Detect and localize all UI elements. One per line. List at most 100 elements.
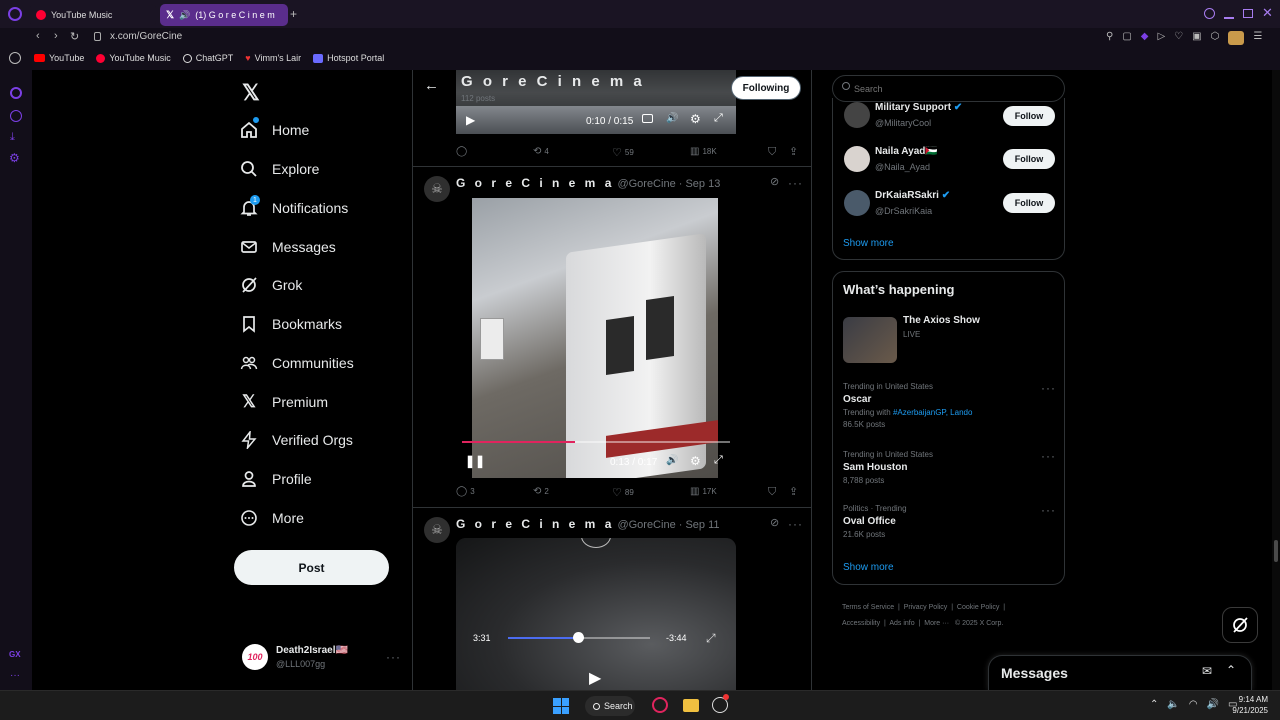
nav-home[interactable]: Home [240, 114, 309, 146]
trend-more-icon[interactable]: ··· [1041, 447, 1056, 465]
bookmark-youtube[interactable]: YouTube [34, 53, 84, 63]
share-button[interactable]: ⇪ [789, 145, 798, 158]
post-button[interactable]: Post [234, 550, 389, 585]
grok-floating-button[interactable] [1222, 607, 1258, 643]
file-explorer-icon[interactable] [683, 699, 699, 712]
fullscreen-icon[interactable]: ⤢ [706, 631, 716, 646]
avatar[interactable] [844, 190, 870, 216]
trend-item[interactable]: Trending in United States Oscar Trending… [843, 379, 1058, 434]
repost-button[interactable]: ⟲ 4 [533, 146, 549, 157]
history-icon[interactable] [10, 110, 22, 122]
account-more-icon[interactable]: ··· [386, 648, 401, 666]
heart-icon[interactable]: ♡ [1174, 31, 1183, 45]
trend-item[interactable]: Trending in United States Sam Houston 8,… [843, 447, 1058, 490]
player-icon[interactable]: ▷ [1157, 31, 1165, 45]
repost-button[interactable]: ⟲ 2 [533, 486, 549, 497]
footer-ads-link[interactable]: Ads info [889, 620, 914, 627]
bookmark-chatgpt[interactable]: ChatGPT [182, 53, 233, 63]
post-more-icon[interactable]: ··· [788, 174, 803, 192]
follow-button[interactable]: Follow [1003, 149, 1055, 169]
video-progress-track[interactable] [508, 632, 650, 643]
nav-communities[interactable]: Communities [240, 347, 354, 379]
nav-more[interactable]: More [240, 502, 304, 534]
avatar[interactable]: ☠ [424, 517, 450, 543]
volume-icon[interactable]: 🔊 [666, 113, 678, 124]
bookmark-button[interactable]: ⛉ [768, 486, 776, 499]
post-author-handle[interactable]: @GoreCine [617, 519, 675, 531]
chatgpt-taskbar-icon[interactable] [712, 694, 729, 713]
nav-premium[interactable]: 𝕏 Premium [240, 386, 328, 418]
settings-gear-icon[interactable]: ⚙ [9, 151, 20, 165]
trend-with-links[interactable]: #AzerbaijanGP, Lando [893, 408, 972, 417]
nav-notifications[interactable]: 1 Notifications [240, 192, 348, 224]
close-window-icon[interactable]: ✕ [1262, 5, 1273, 21]
settings-gear-icon[interactable]: ⚙ [690, 454, 701, 468]
trend-more-icon[interactable]: ··· [1041, 379, 1056, 397]
grok-explain-icon[interactable]: ⊘ [770, 516, 779, 529]
user-name[interactable]: Naila Ayad🇵🇸 [875, 146, 938, 157]
speaker-icon[interactable]: 🔈 [1167, 699, 1179, 710]
chatgpt-sidebar-icon[interactable] [9, 52, 21, 64]
messages-drawer[interactable]: Messages ✉ ⌃ [988, 655, 1252, 690]
trend-more-icon[interactable]: ··· [1041, 501, 1056, 519]
reply-button[interactable]: ◯ 3 [456, 486, 475, 497]
post-date[interactable]: · Sep 13 [679, 178, 721, 190]
views-button[interactable]: ▥ 17K [690, 486, 717, 497]
footer-cookie-link[interactable]: Cookie Policy [957, 604, 999, 611]
opera-logo-icon[interactable] [8, 7, 22, 21]
post-more-icon[interactable]: ··· [788, 515, 803, 533]
x-logo-icon[interactable]: 𝕏 [242, 80, 260, 106]
live-event-title[interactable]: The Axios Show [903, 315, 980, 326]
reload-icon[interactable]: ↻ [70, 30, 79, 43]
scrollbar-thumb[interactable] [1274, 540, 1278, 562]
wifi-icon[interactable]: ◠ [1189, 699, 1198, 710]
back-icon[interactable]: ‹ [36, 30, 40, 42]
avatar[interactable]: ☠ [424, 176, 450, 202]
post-author-name[interactable]: G o r e C i n e m a [456, 517, 614, 531]
follow-button[interactable]: Follow [1003, 106, 1055, 126]
settings-gear-icon[interactable]: ⚙ [690, 112, 701, 126]
menu-icon[interactable]: ☰ [1253, 31, 1262, 45]
volume-icon[interactable]: 🔊 [1207, 699, 1219, 710]
video-progress-track[interactable] [462, 441, 730, 443]
footer-terms-link[interactable]: Terms of Service [842, 604, 894, 611]
nav-messages[interactable]: Messages [240, 231, 336, 263]
nav-bookmarks[interactable]: Bookmarks [240, 308, 342, 340]
video-player-3[interactable]: 3:31 -3:44 ⤢ ▶ [456, 538, 736, 690]
taskbar-search[interactable]: Search [585, 696, 635, 716]
footer-more-link[interactable]: More ··· [924, 620, 949, 627]
opera-gx-taskbar-icon[interactable] [652, 697, 668, 713]
downloads-icon[interactable]: ⤓ [10, 131, 15, 144]
forward-icon[interactable]: › [54, 30, 58, 42]
pin-icon[interactable]: ⚲ [1106, 31, 1113, 45]
clock[interactable]: 9:14 AM 9/21/2025 [1224, 694, 1268, 716]
maximize-icon[interactable] [1243, 9, 1253, 18]
pause-icon[interactable]: ❚❚ [465, 454, 485, 468]
nav-explore[interactable]: Explore [240, 153, 319, 185]
play-icon[interactable]: ▶ [466, 113, 475, 127]
search-input[interactable] [854, 80, 1054, 97]
following-button[interactable]: Following [731, 76, 801, 100]
tab-gore-cinema[interactable]: 𝕏 🔊 (1) G o r e C i n e m [160, 4, 288, 26]
aria-icon[interactable] [10, 87, 22, 99]
user-name[interactable]: Military Support ✔ [875, 102, 962, 113]
profile-avatar-icon[interactable] [1228, 31, 1245, 45]
footer-privacy-link[interactable]: Privacy Policy [904, 604, 948, 611]
post-author-handle[interactable]: @GoreCine [617, 178, 675, 190]
windows-start-icon[interactable] [553, 698, 569, 714]
show-more-link[interactable]: Show more [843, 238, 894, 249]
video-player-2[interactable]: ❚❚ 0:13 / 0:17 🔊 ⚙ ⤢ [456, 198, 736, 478]
bookmark-youtube-music[interactable]: YouTube Music [96, 53, 171, 63]
vpn-shield-icon[interactable]: ◆ [1141, 31, 1149, 45]
volume-icon[interactable]: 🔊 [666, 455, 678, 466]
nav-profile[interactable]: Profile [240, 463, 312, 495]
show-more-link[interactable]: Show more [843, 562, 894, 573]
nav-verified-orgs[interactable]: Verified Orgs [240, 424, 353, 456]
follow-button[interactable]: Follow [1003, 193, 1055, 213]
account-switcher[interactable]: 100 Death2Israel🇺🇸 @LLL007gg ··· [240, 642, 410, 676]
bookmark-hotspot-portal[interactable]: Hotspot Portal [313, 53, 384, 63]
user-name[interactable]: DrKaiaRSakri ✔ [875, 190, 950, 201]
back-arrow-icon[interactable]: ← [424, 77, 439, 94]
post-date[interactable]: · Sep 11 [679, 519, 720, 531]
wallet-icon[interactable]: ▣ [1192, 31, 1201, 45]
